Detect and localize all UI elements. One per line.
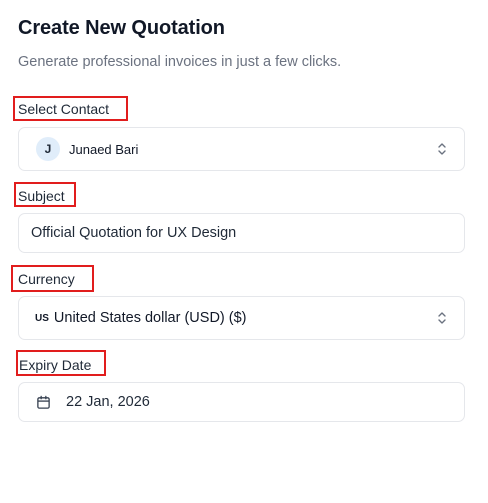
expiry-date-input[interactable]: 22 Jan, 2026 [18,382,465,422]
page-title: Create New Quotation [18,17,225,39]
currency-code: US [35,312,49,324]
subject-input-value: Official Quotation for UX Design [31,225,237,241]
contact-label: Select Contact [18,101,110,117]
currency-select[interactable]: US United States dollar (USD) ($) [18,296,465,340]
subject-label: Subject [18,188,65,204]
chevron-up-down-icon [438,143,446,155]
contact-select-value: Junaed Bari [69,141,139,157]
calendar-icon [37,395,50,409]
page-subtitle: Generate professional invoices in just a… [18,54,342,70]
contact-avatar: J [36,137,60,161]
expiry-date-value: 22 Jan, 2026 [66,394,150,410]
currency-label: Currency [18,271,75,287]
currency-select-value: United States dollar (USD) ($) [53,310,247,326]
expiry-label: Expiry Date [19,357,92,373]
chevron-up-down-icon [438,312,446,324]
contact-select[interactable]: J Junaed Bari [18,127,465,171]
subject-input[interactable]: Official Quotation for UX Design [18,213,465,253]
